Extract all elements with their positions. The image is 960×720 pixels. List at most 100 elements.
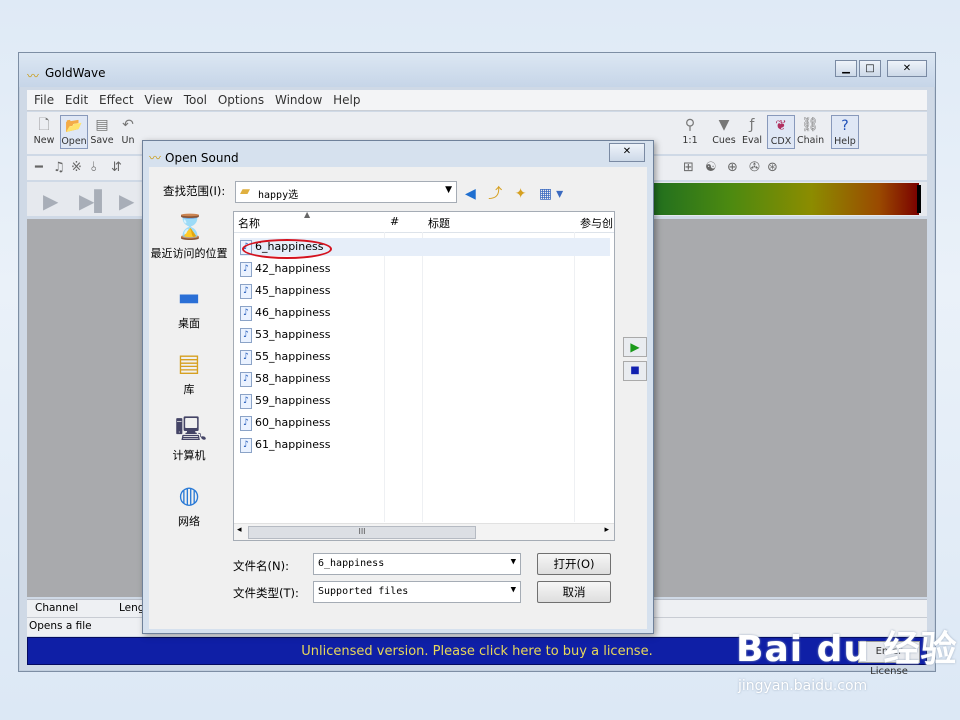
- play-selection-icon[interactable]: ▶▌: [79, 189, 110, 213]
- file-list-header: 名称 ▲ # 标题 参与创: [234, 212, 614, 233]
- new-file-icon: 🗋: [38, 117, 50, 133]
- preview-stop-button[interactable]: ■: [623, 361, 647, 381]
- column-contributing[interactable]: 参与创: [580, 215, 613, 231]
- save-icon: ▤: [95, 117, 109, 133]
- menu-help[interactable]: Help: [333, 90, 360, 110]
- file-row[interactable]: ♪ 53_happiness: [240, 326, 330, 344]
- filter-icon[interactable]: ⊞: [683, 160, 694, 175]
- file-name: 58_happiness: [255, 372, 331, 385]
- effect-icon[interactable]: ※: [71, 160, 82, 175]
- horizontal-scrollbar[interactable]: ◂ III ▸: [234, 523, 614, 540]
- new-folder-icon[interactable]: ✦: [515, 186, 531, 202]
- zoom-1-1-button[interactable]: ⚲ 1:1: [677, 115, 703, 147]
- sort-ascending-icon: ▲: [304, 211, 311, 219]
- volume-icon[interactable]: ♫: [53, 160, 65, 175]
- scroll-thumb[interactable]: III: [248, 526, 476, 539]
- chevron-down-icon[interactable]: ▼: [511, 557, 516, 567]
- tone-icon[interactable]: ☯: [705, 160, 717, 175]
- place-libraries[interactable]: ▤ 库: [149, 349, 229, 397]
- cdx-icon: ❦: [775, 118, 787, 134]
- noise-icon[interactable]: ⊕: [727, 160, 738, 175]
- trim-icon[interactable]: ━: [35, 160, 43, 175]
- file-name: 45_happiness: [255, 284, 331, 297]
- dialog-close-button[interactable]: ✕: [609, 143, 645, 162]
- column-divider: [574, 232, 575, 522]
- eq-icon[interactable]: ✇: [749, 160, 760, 175]
- file-row[interactable]: ♪ 58_happiness: [240, 370, 330, 388]
- play-end-icon[interactable]: ▶: [119, 189, 134, 213]
- column-number[interactable]: #: [390, 215, 399, 228]
- file-row[interactable]: ♪ 55_happiness: [240, 348, 330, 366]
- menu-view[interactable]: View: [144, 90, 172, 110]
- maximize-button[interactable]: □: [859, 60, 881, 77]
- place-recent[interactable]: ⌛ 最近访问的位置: [149, 213, 229, 261]
- column-divider: [422, 232, 423, 522]
- preview-play-button[interactable]: ▶: [623, 337, 647, 357]
- chevron-down-icon: ▼: [510, 585, 516, 595]
- chain-button[interactable]: ⛓ Chain: [797, 115, 824, 147]
- audio-file-icon: ♪: [240, 393, 252, 409]
- filename-label: 文件名(N):: [233, 559, 289, 573]
- filetype-select[interactable]: Supported files ▼: [313, 581, 521, 603]
- column-name[interactable]: 名称: [238, 215, 260, 231]
- meter-end-marker: [917, 185, 921, 213]
- undo-button[interactable]: ↶ Un: [115, 115, 141, 147]
- pitch-icon[interactable]: ⇵: [111, 160, 122, 175]
- file-name: 42_happiness: [255, 262, 331, 275]
- column-title[interactable]: 标题: [428, 215, 450, 231]
- up-folder-icon[interactable]: ⤴: [488, 183, 506, 203]
- menu-window[interactable]: Window: [275, 90, 322, 110]
- dialog-title-bar: 〰 Open Sound: [149, 149, 239, 166]
- place-desktop[interactable]: ▬ 桌面: [149, 283, 229, 331]
- file-row[interactable]: ♪ 42_happiness: [240, 260, 330, 278]
- file-name: 46_happiness: [255, 306, 331, 319]
- menu-options[interactable]: Options: [218, 90, 264, 110]
- close-button[interactable]: ✕: [887, 60, 927, 77]
- marker-icon[interactable]: ⫰: [91, 160, 97, 175]
- place-network[interactable]: ◍ 网络: [149, 481, 229, 529]
- file-name: 53_happiness: [255, 328, 331, 341]
- open-button[interactable]: 📂 Open: [60, 115, 88, 149]
- column-divider: [384, 232, 385, 522]
- eval-icon: ƒ: [749, 117, 755, 133]
- cdx-button[interactable]: ❦ CDX: [767, 115, 795, 149]
- undo-icon: ↶: [122, 117, 134, 133]
- menu-edit[interactable]: Edit: [65, 90, 88, 110]
- scroll-right-icon[interactable]: ▸: [604, 525, 609, 535]
- audio-file-icon: ♪: [240, 349, 252, 365]
- new-button[interactable]: 🗋 New: [31, 115, 57, 147]
- back-icon[interactable]: ◀: [465, 186, 480, 202]
- audio-file-icon: ♪: [240, 261, 252, 277]
- audio-file-icon: ♪: [240, 327, 252, 343]
- highlight-circle: [242, 239, 332, 259]
- play-icon[interactable]: ▶: [43, 189, 58, 213]
- eval-button[interactable]: ƒ Eval: [739, 115, 765, 147]
- spectrum-icon[interactable]: ⊛: [767, 160, 778, 175]
- look-in-dropdown[interactable]: ▰ happy选 ▼: [235, 181, 457, 203]
- menu-effect[interactable]: Effect: [99, 90, 134, 110]
- file-list: 名称 ▲ # 标题 参与创 ♪ 6_happiness ♪ 42_happiness…: [233, 211, 615, 541]
- view-menu-icon[interactable]: ▦▾: [539, 186, 567, 202]
- filename-field[interactable]: 6_happiness ▼: [313, 553, 521, 575]
- file-name: 60_happiness: [255, 416, 331, 429]
- chain-icon: ⛓: [801, 117, 819, 133]
- cues-button[interactable]: ▼ Cues: [711, 115, 737, 147]
- file-row[interactable]: ♪ 59_happiness: [240, 392, 330, 410]
- menu-file[interactable]: File: [34, 90, 54, 110]
- file-row[interactable]: ♪ 60_happiness: [240, 414, 330, 432]
- minimize-button[interactable]: ▁: [835, 60, 857, 77]
- save-button[interactable]: ▤ Save: [89, 115, 115, 147]
- title-bar: 〰 GoldWave ▁ □ ✕: [19, 53, 935, 87]
- open-button[interactable]: 打开(O): [537, 553, 611, 575]
- place-computer[interactable]: 🖳 计算机: [149, 415, 229, 463]
- menu-tool[interactable]: Tool: [184, 90, 207, 110]
- file-row[interactable]: ♪ 61_happiness: [240, 436, 330, 454]
- help-button[interactable]: ? Help: [831, 115, 859, 149]
- cancel-button[interactable]: 取消: [537, 581, 611, 603]
- audio-file-icon: ♪: [240, 305, 252, 321]
- help-icon: ?: [841, 118, 849, 134]
- filetype-label: 文件类型(T):: [233, 586, 299, 600]
- file-row[interactable]: ♪ 46_happiness: [240, 304, 330, 322]
- file-row[interactable]: ♪ 45_happiness: [240, 282, 330, 300]
- scroll-left-icon[interactable]: ◂: [237, 525, 242, 535]
